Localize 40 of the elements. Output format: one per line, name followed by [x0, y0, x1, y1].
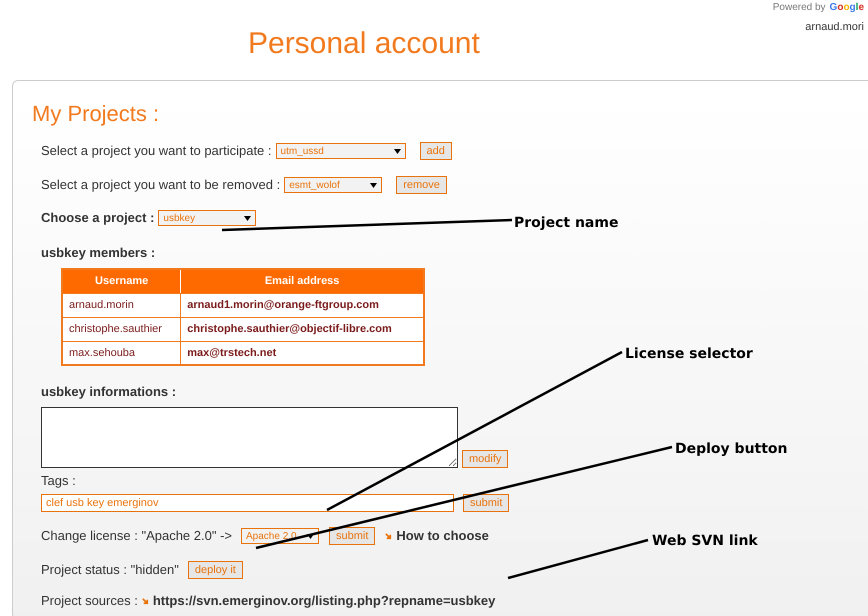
dropdown[interactable]: usbkey	[158, 210, 256, 226]
form-label: usbkey informations :	[41, 384, 176, 399]
dropdown[interactable]: esmt_wolof	[284, 177, 382, 193]
button[interactable]: add	[420, 142, 452, 160]
annotation-label: Project name	[514, 214, 618, 233]
how-to-choose-link[interactable]: How to choose	[396, 526, 489, 546]
section-title: My Projects :	[32, 101, 160, 127]
form-label: Select a project you want to be removed :	[41, 176, 280, 194]
caret-icon	[244, 216, 252, 220]
arrow-icon	[142, 598, 149, 604]
tags-field[interactable]: clef usb key emerginov	[41, 494, 454, 512]
form-label: Project status : "hidden"	[41, 561, 179, 580]
form-label: usbkey members :	[41, 245, 156, 260]
table-cell: christophe.sauthier	[62, 317, 181, 341]
form-label: Tags :	[41, 473, 76, 488]
informations-field[interactable]	[41, 407, 458, 468]
annotation-label: Deploy button	[675, 440, 788, 459]
page-title: Personal account	[248, 26, 480, 62]
button[interactable]: remove	[396, 176, 447, 194]
dropdown[interactable]: utm_ussd	[276, 143, 406, 159]
svn-link[interactable]: https://svn.emerginov.org/listing.php?repname=usbkey	[152, 591, 496, 611]
powered-by-text: Powered by	[772, 1, 826, 15]
form-label: Change license : "Apache 2.0" ->	[41, 527, 232, 546]
arrow-icon	[385, 532, 392, 540]
caret-icon	[394, 148, 401, 154]
caret-icon	[370, 182, 378, 188]
annotation-label: License selector	[625, 345, 753, 364]
form-label: Select a project you want to participate :	[41, 142, 272, 160]
button[interactable]: submit	[329, 527, 376, 545]
caret-icon	[307, 534, 314, 538]
form-label: Project sources :	[41, 592, 138, 610]
google-logo: Google	[830, 1, 864, 15]
button[interactable]: deploy it	[188, 561, 243, 579]
button[interactable]: modify	[462, 450, 508, 468]
username-text: arnaud.mori	[805, 20, 864, 35]
form-label: Choose a project :	[41, 209, 154, 228]
table-cell: arnaud.morin	[62, 293, 181, 317]
column-header: Username	[62, 269, 181, 293]
button[interactable]: submit	[463, 494, 510, 512]
annotation-label: Web SVN link	[652, 532, 758, 551]
